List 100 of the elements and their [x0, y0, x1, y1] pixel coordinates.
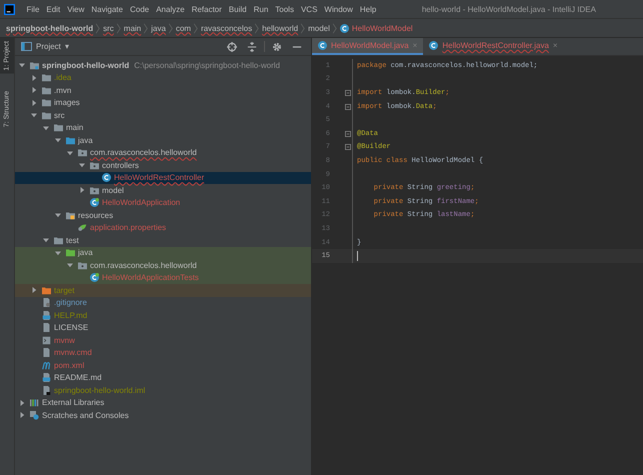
chevron-icon	[144, 22, 148, 34]
text-cursor	[357, 251, 358, 262]
menu-item[interactable]: Edit	[42, 4, 64, 14]
breadcrumb[interactable]: model	[308, 24, 330, 32]
file-icon	[42, 323, 51, 332]
item-label[interactable]: model	[102, 186, 124, 195]
tree-item[interactable]: .mvn	[15, 84, 311, 96]
class-icon	[90, 273, 99, 282]
collapse-arrow-icon[interactable]	[55, 212, 61, 218]
breadcrumb[interactable]: main	[124, 24, 142, 32]
item-label[interactable]: .gitignore	[54, 298, 87, 308]
collapse-arrow-icon[interactable]	[19, 62, 25, 68]
tree-item[interactable]: resources	[15, 209, 311, 222]
collapse-all-icon[interactable]	[247, 42, 257, 52]
tree-item[interactable]: main	[15, 122, 311, 134]
file-icon	[42, 386, 51, 395]
menu-item[interactable]: Tools	[272, 4, 298, 14]
folder-icon	[42, 286, 51, 295]
item-label[interactable]: src	[54, 110, 65, 120]
breadcrumb[interactable]: HelloWorldModel	[352, 24, 413, 32]
item-label[interactable]: LICENSE	[54, 323, 88, 332]
item-label[interactable]: controllers	[102, 160, 139, 170]
package-icon	[90, 160, 99, 170]
tree-item[interactable]: src	[15, 109, 311, 122]
class-icon	[429, 41, 438, 50]
tree-item[interactable]: springboot-hello-world C:\personal\spring\springboot-hello-world	[15, 59, 311, 72]
menu-item[interactable]: Help	[356, 4, 380, 14]
item-label[interactable]: test	[66, 236, 79, 245]
breadcrumb[interactable]: springboot-hello-world	[6, 24, 94, 32]
menu-item[interactable]: Refactor	[188, 4, 226, 14]
app-logo-icon	[4, 4, 15, 14]
menu-item[interactable]: Window	[320, 4, 356, 14]
chevron-icon	[301, 22, 306, 34]
library-icon	[30, 398, 39, 408]
menu-item[interactable]: View	[64, 4, 88, 14]
fold-marker-icon[interactable]	[345, 130, 351, 137]
expand-arrow-icon[interactable]	[31, 287, 37, 294]
tree-item[interactable]: images	[15, 96, 311, 109]
item-label[interactable]: main	[66, 123, 84, 132]
menu-item[interactable]: Code	[126, 4, 153, 14]
item-label[interactable]: .mvn	[54, 86, 72, 95]
menu-item[interactable]: Run	[250, 4, 272, 14]
item-label[interactable]: HelloWorldRestController	[114, 173, 204, 182]
tree-item[interactable]: java	[15, 246, 311, 259]
tree-item[interactable]: controllers	[15, 159, 311, 172]
chevron-icon	[116, 22, 121, 34]
item-label[interactable]: com.ravasconcelos.helloworld	[90, 260, 197, 270]
menu-item[interactable]: Analyze	[152, 4, 188, 14]
tree-item[interactable]: .gitignore	[15, 296, 311, 309]
tree-item[interactable]: com.ravasconcelos.helloworld	[15, 146, 311, 159]
menu-item[interactable]: Navigate	[88, 4, 126, 14]
package-icon	[78, 260, 87, 270]
tree-item[interactable]: com.ravasconcelos.helloworld	[15, 259, 311, 272]
item-label[interactable]: java	[78, 248, 93, 258]
chevron-icon	[96, 22, 100, 34]
item-label[interactable]: resources	[78, 210, 114, 220]
chevron-icon	[168, 22, 173, 34]
menu-item[interactable]: File	[23, 4, 43, 14]
settings-icon[interactable]	[272, 42, 282, 52]
tree-item[interactable]: Scratches and Consoles	[15, 409, 311, 422]
fold-marker-icon[interactable]	[345, 104, 351, 110]
class-icon	[340, 24, 349, 32]
item-label[interactable]: README.md	[54, 373, 102, 382]
editor-tab[interactable]: HelloWorldRestController.java ×	[423, 38, 564, 55]
fold-marker-icon[interactable]	[345, 90, 351, 96]
expand-arrow-icon[interactable]	[79, 187, 85, 194]
panel-icon	[21, 42, 32, 51]
tree-item[interactable]: External Libraries	[15, 396, 311, 409]
tree-item[interactable]: java	[15, 134, 311, 146]
menu-item[interactable]: Build	[225, 4, 250, 14]
breadcrumb[interactable]: com	[176, 24, 191, 32]
item-label[interactable]: images	[54, 98, 80, 108]
chevron-icon	[194, 22, 198, 34]
tab-label[interactable]: HelloWorldRestController.java	[442, 41, 549, 50]
tree-item[interactable]: test	[15, 234, 311, 246]
menu-item[interactable]: VCS	[297, 4, 321, 14]
dropdown-caret[interactable]: ▾	[64, 42, 69, 51]
package-icon	[90, 186, 99, 195]
breadcrumb[interactable]: ravasconcelos	[200, 24, 252, 32]
class-icon	[102, 173, 111, 182]
tree-item[interactable]: model	[15, 184, 311, 196]
item-label[interactable]: java	[78, 136, 93, 145]
tree-item[interactable]: README.md	[15, 372, 311, 384]
tree-item[interactable]: LICENSE	[15, 322, 311, 334]
package-icon	[78, 148, 87, 158]
fold-marker-icon[interactable]	[345, 144, 351, 150]
panel-title[interactable]: Project	[36, 42, 61, 51]
markdown-file-icon	[42, 310, 51, 320]
chevron-icon	[255, 22, 260, 34]
crosshair-icon[interactable]	[227, 42, 237, 52]
item-label[interactable]: springboot-hello-world	[42, 60, 130, 70]
breadcrumb[interactable]: src	[103, 24, 114, 32]
tree-item[interactable]: HelloWorldRestController	[15, 172, 311, 184]
breadcrumb[interactable]: java	[151, 24, 166, 32]
item-label[interactable]: External Libraries	[42, 398, 104, 408]
item-label[interactable]: com.ravasconcelos.helloworld	[90, 148, 197, 158]
breadcrumb[interactable]: helloworld	[262, 24, 298, 32]
maven-icon	[42, 360, 51, 370]
item-label[interactable]: Scratches and Consoles	[42, 410, 129, 420]
file-icon	[42, 298, 51, 308]
